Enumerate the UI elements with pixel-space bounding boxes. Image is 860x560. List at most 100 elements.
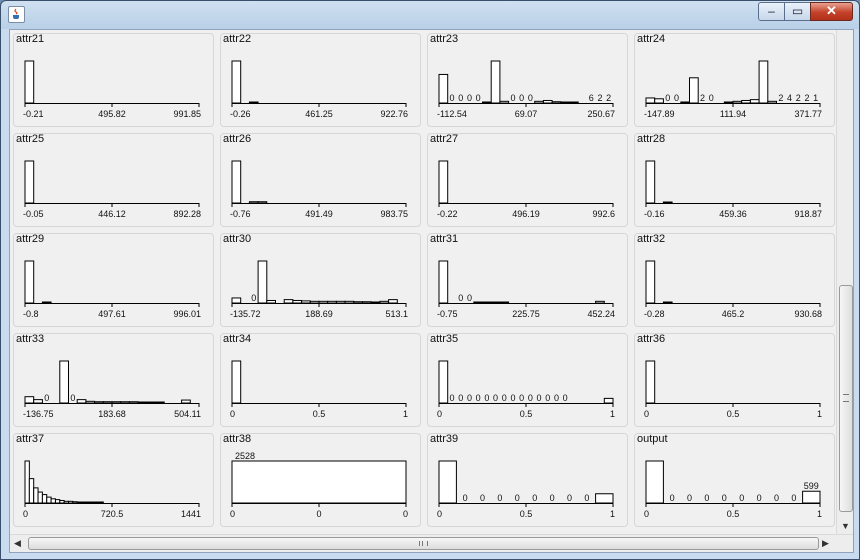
histogram-plot: -0.21 495.82 991.85: [23, 60, 201, 119]
histogram-panel: attr22 -0.26 461.25 922.76: [220, 33, 421, 127]
histogram-bar: [482, 301, 492, 304]
x-tick-label: 0: [316, 509, 321, 519]
horizontal-scrollbar[interactable]: ◀ ▶: [10, 534, 853, 552]
bar-count-label: 0: [70, 393, 75, 403]
x-tick-label: -0.22: [437, 209, 458, 219]
histogram-bar: [72, 501, 78, 504]
histogram-bar: [231, 160, 242, 204]
x-tick-label: -0.76: [230, 209, 251, 219]
histogram-bar: [102, 401, 113, 404]
histogram-bar: [24, 160, 35, 204]
x-tick-label: 495.82: [98, 109, 126, 119]
bar-count-label: 0: [450, 393, 455, 403]
close-button[interactable]: ✕: [810, 2, 853, 21]
bar-count-label: 0: [510, 93, 515, 103]
histogram-bar: [335, 300, 346, 304]
bar-count-label: 2: [606, 93, 611, 103]
x-tick-label: 0: [437, 409, 442, 419]
bar-count-label: 599: [804, 481, 819, 491]
bar-count-label: 0: [493, 393, 498, 403]
histogram-bar: [37, 491, 43, 504]
histogram-bar: [438, 260, 449, 304]
x-tick-label: 452.24: [587, 309, 615, 319]
x-tick-label: 504.11: [174, 409, 201, 419]
histogram-bar: [248, 201, 259, 204]
scroll-left-arrow-icon[interactable]: ◀: [14, 538, 21, 549]
histogram-bar: [741, 99, 751, 104]
x-tick-label: 188.69: [305, 309, 333, 319]
x-tick-label: -0.28: [644, 309, 665, 319]
histogram-bar: [257, 201, 268, 204]
histogram-bar: [379, 300, 390, 304]
histogram-bar: [569, 101, 579, 104]
histogram-bar: [76, 399, 87, 404]
bar-count-label: 0: [791, 493, 796, 503]
histogram-panel: attr27 -0.22 496.19 992.6: [427, 133, 628, 227]
histogram-bar: [33, 487, 39, 504]
histogram-plot: -147.89 111.94 371.770 0 2 0 2 4 2 2 1: [644, 60, 822, 119]
histogram-bar: [89, 501, 96, 504]
x-tick-label: 0: [230, 409, 235, 419]
bar-count-label: 0: [674, 93, 679, 103]
histogram-bar: [499, 100, 510, 104]
histogram-bar: [94, 501, 100, 504]
x-tick-label: -136.75: [23, 409, 54, 419]
histogram-plot: -0.75 225.75 452.24 0 0: [437, 260, 615, 319]
maximize-button[interactable]: ▭: [784, 2, 811, 21]
histogram-bar: [63, 500, 70, 504]
histogram-bar: [120, 401, 130, 404]
vertical-scrollbar[interactable]: ▼: [836, 30, 853, 534]
x-tick-label: 371.77: [794, 109, 822, 119]
minimize-button[interactable]: –: [758, 2, 785, 21]
histogram-panel: attr26 -0.76 491.49 983.75: [220, 133, 421, 227]
histogram-panel: attr28 -0.16 459.36 918.87: [634, 133, 835, 227]
bar-count-label: 0: [44, 393, 49, 403]
x-tick-label: 497.61: [98, 309, 126, 319]
vertical-scroll-thumb[interactable]: [839, 285, 853, 512]
histogram-plot: -0.05 446.12 892.28: [23, 160, 201, 219]
x-tick-label: -0.16: [644, 209, 665, 219]
histogram-bar: [327, 300, 337, 304]
bar-count-label: 0: [774, 493, 779, 503]
histogram-bar: [155, 401, 165, 404]
x-tick-label: 892.28: [173, 209, 201, 219]
scroll-down-arrow-icon[interactable]: ▼: [841, 521, 850, 531]
bar-count-label: 0: [467, 93, 472, 103]
histogram-bar: [438, 460, 457, 504]
x-tick-label: -0.26: [230, 109, 251, 119]
histogram-bar: [50, 498, 56, 504]
bar-count-label: 0: [528, 393, 533, 403]
bar-count-label: 0: [476, 393, 481, 403]
x-tick-label: 496.19: [512, 209, 540, 219]
x-tick-label: 0: [644, 509, 649, 519]
x-tick-label: 991.85: [173, 109, 201, 119]
histogram-plot: -0.16 459.36 918.87: [644, 160, 822, 219]
title-bar[interactable]: – ▭ ✕: [1, 1, 859, 25]
histogram-plot: -136.75 183.68 504.11 0 0: [23, 360, 201, 419]
x-tick-label: 930.68: [794, 309, 822, 319]
bar-count-label: 0: [545, 393, 550, 403]
x-tick-label: 922.76: [380, 109, 408, 119]
histogram-bar: [662, 301, 673, 304]
histogram-bar: [94, 401, 104, 404]
histogram-bar: [111, 401, 122, 404]
x-tick-label: 0.5: [520, 509, 533, 519]
scroll-right-arrow-icon[interactable]: ▶: [822, 538, 829, 549]
histogram-grid: attr21 -0.21 495.82 991.85 attr22 -0.26 461.25…: [10, 30, 836, 534]
x-tick-label: 0: [230, 509, 235, 519]
bar-count-label: 1: [813, 93, 818, 103]
close-icon: ✕: [826, 3, 837, 18]
horizontal-scroll-thumb[interactable]: [28, 537, 819, 550]
histogram-bar: [645, 460, 664, 504]
histogram-plot: 0 0.5 1: [644, 360, 822, 419]
histogram-bar: [767, 100, 778, 104]
histogram-bar: [758, 60, 769, 104]
histogram-bar: [33, 399, 43, 404]
histogram-bar: [85, 501, 91, 504]
x-tick-label: 465.2: [722, 309, 745, 319]
x-tick-label: 461.25: [305, 109, 333, 119]
bar-count-label: 0: [567, 493, 572, 503]
histogram-bar: [283, 299, 294, 304]
bar-count-label: 0: [687, 493, 692, 503]
bar-count-label: 0: [757, 493, 762, 503]
